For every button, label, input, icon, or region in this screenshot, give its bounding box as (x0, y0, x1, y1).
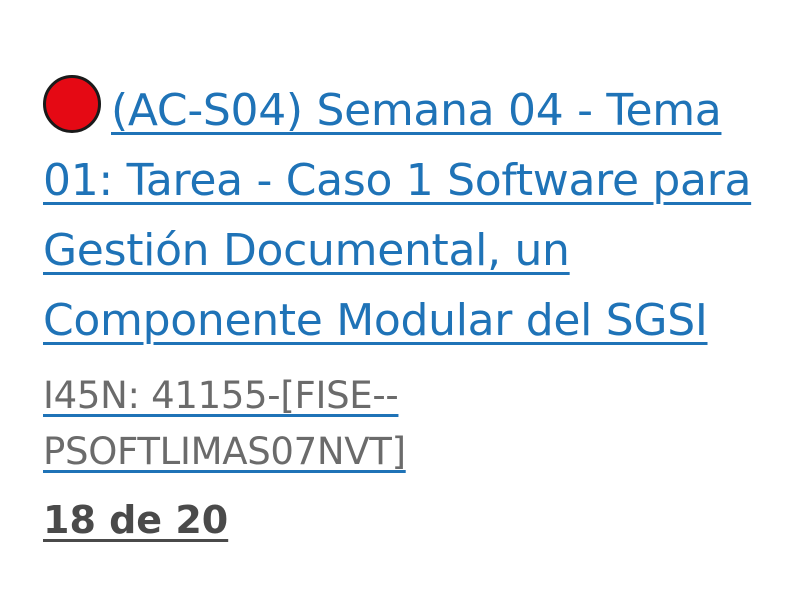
progress-count: 18 de 20 (43, 498, 229, 542)
assignment-card: (AC-S04) Semana 04 - Tema 01: Tarea - Ca… (43, 75, 800, 542)
status-indicator-icon (43, 75, 101, 133)
assignment-title-line-2: 01: Tarea - Caso 1 Software para (43, 155, 752, 206)
assignment-title-line-3: Gestión Documental, un (43, 225, 570, 276)
course-code-line-1: I45N: 41155-[FISE-- (43, 374, 399, 417)
course-code-line-2: PSOFTLIMAS07NVT] (43, 430, 406, 473)
assignment-title-line-1: (AC-S04) Semana 04 - Tema (111, 85, 722, 136)
course-code-link[interactable]: I45N: 41155-[FISE-- PSOFTLIMAS07NVT] (43, 368, 800, 480)
assignment-title-link[interactable]: (AC-S04) Semana 04 - Tema 01: Tarea - Ca… (43, 75, 800, 356)
assignment-title-line-4: Componente Modular del SGSI (43, 295, 708, 346)
